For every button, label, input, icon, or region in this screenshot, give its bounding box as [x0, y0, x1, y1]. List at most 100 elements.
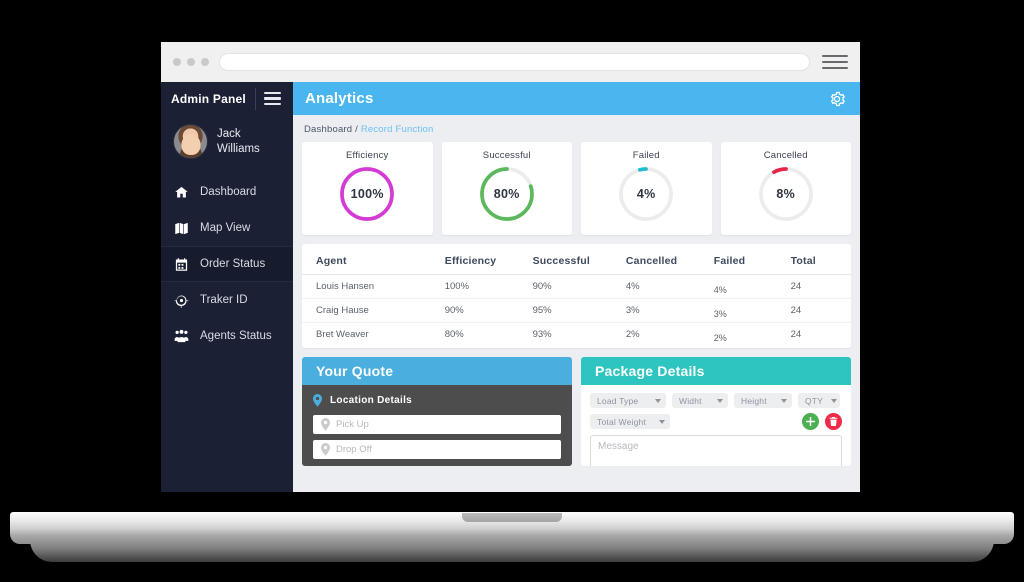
- calendar-icon: [174, 257, 189, 272]
- your-quote-panel: Your Quote Location Details Pick Up Drop…: [302, 357, 572, 466]
- bottom-panels: Your Quote Location Details Pick Up Drop…: [293, 348, 860, 466]
- traffic-dot-3[interactable]: [201, 58, 209, 66]
- cell-failed: 4%: [713, 274, 791, 299]
- column-header-efficiency[interactable]: Efficiency: [444, 248, 533, 275]
- url-input[interactable]: [219, 53, 810, 71]
- cell-successful: 95%: [532, 298, 626, 323]
- home-icon: [174, 185, 189, 200]
- cell-failed: 2%: [713, 333, 727, 343]
- agents-table-card: Agent Efficiency Successful Cancelled Fa…: [302, 244, 851, 348]
- location-details-row: Location Details: [313, 394, 561, 407]
- donut-chart-cancelled: 8%: [756, 164, 816, 224]
- kpi-label: Efficiency: [346, 150, 389, 161]
- package-details-title: Package Details: [581, 357, 851, 385]
- table-row[interactable]: Craig Hause 90% 95% 3% 3% 24: [302, 298, 851, 323]
- message-textarea[interactable]: Message: [590, 435, 842, 466]
- sidebar-item-agents-status[interactable]: Agents Status: [161, 318, 293, 354]
- sidebar-item-label: Dashboard: [200, 186, 257, 198]
- laptop-base-notch: [462, 513, 562, 522]
- plus-icon: [806, 417, 815, 426]
- agents-table: Agent Efficiency Successful Cancelled Fa…: [302, 248, 851, 346]
- kpi-card-efficiency: Efficiency 100%: [302, 142, 433, 235]
- breadcrumb-current[interactable]: Record Function: [361, 124, 434, 135]
- browser-menu-icon[interactable]: [822, 55, 848, 69]
- page-header: Analytics: [293, 82, 860, 115]
- kpi-card-successful: Successful 80%: [441, 142, 572, 235]
- kpi-value: 100%: [350, 187, 384, 201]
- breadcrumb-root[interactable]: Dashboard /: [304, 124, 358, 135]
- chevron-down-icon: [659, 419, 665, 424]
- load-type-label: Load Type: [597, 395, 639, 406]
- qty-select[interactable]: QTY: [798, 393, 840, 408]
- chevron-down-icon: [831, 398, 838, 403]
- column-header-cancelled[interactable]: Cancelled: [625, 248, 714, 275]
- sidebar-item-label: Map View: [200, 222, 251, 234]
- sidebar-item-order-status[interactable]: Order Status: [161, 246, 293, 282]
- column-header-agent[interactable]: Agent: [302, 248, 445, 275]
- height-label: Height: [741, 395, 767, 406]
- pickup-input[interactable]: Pick Up: [313, 415, 561, 434]
- sidebar-item-label: Order Status: [200, 258, 266, 270]
- donut-chart-efficiency: 100%: [337, 164, 397, 224]
- width-select[interactable]: Widht: [672, 393, 728, 408]
- users-icon: [174, 329, 189, 344]
- map-pin-icon: [313, 394, 322, 407]
- message-placeholder: Message: [598, 441, 639, 452]
- chevron-down-icon: [717, 398, 723, 403]
- cell-total: 24: [790, 274, 851, 299]
- cell-successful: 90%: [532, 274, 626, 299]
- main-content: Analytics Dashboard / Record Function Ef…: [293, 82, 860, 492]
- height-select[interactable]: Height: [734, 393, 792, 408]
- donut-chart-failed: 4%: [616, 164, 676, 224]
- dropoff-input[interactable]: Drop Off: [313, 440, 561, 459]
- kpi-value: 80%: [493, 187, 520, 201]
- total-weight-label: Total Weight: [597, 416, 647, 427]
- cell-total: 24: [790, 298, 851, 323]
- page-title: Analytics: [305, 90, 374, 107]
- sidebar-item-map-view[interactable]: Map View: [161, 210, 293, 246]
- kpi-label: Successful: [482, 150, 531, 161]
- sidebar-item-label: Traker ID: [200, 294, 248, 306]
- sidebar-item-traker-id[interactable]: Traker ID: [161, 282, 293, 318]
- load-type-select[interactable]: Load Type: [590, 393, 666, 408]
- cell-cancelled: 2%: [625, 329, 640, 340]
- avatar: [173, 124, 208, 159]
- cell-efficiency: 90%: [444, 298, 533, 323]
- total-weight-select[interactable]: Total Weight: [590, 414, 670, 429]
- cell-failed: 3%: [713, 298, 791, 323]
- cell-total: 24: [790, 329, 802, 340]
- package-select-row-1: Load Type Widht Height QTY: [590, 393, 842, 408]
- cell-successful: 93%: [532, 329, 552, 340]
- traffic-lights: [173, 58, 209, 66]
- cell-agent: Craig Hause: [302, 298, 445, 323]
- kpi-card-cancelled: Cancelled 8%: [720, 142, 851, 235]
- map-pin-icon: [321, 443, 330, 456]
- breadcrumb: Dashboard / Record Function: [293, 115, 860, 142]
- donut-chart-successful: 80%: [477, 164, 537, 224]
- traffic-dot-2[interactable]: [187, 58, 195, 66]
- cell-efficiency: 80%: [444, 329, 464, 340]
- sidebar-item-dashboard[interactable]: Dashboard: [161, 174, 293, 210]
- chevron-down-icon: [655, 398, 661, 403]
- sidebar: Admin Panel Jack Williams Dashboard Map …: [161, 82, 293, 492]
- package-select-row-2: Total Weight: [590, 413, 842, 430]
- gear-icon[interactable]: [828, 90, 846, 108]
- delete-row-button[interactable]: [825, 413, 842, 430]
- table-row[interactable]: Bret Weaver 80% 93% 2% 2% 24: [302, 323, 851, 347]
- table-row[interactable]: Louis Hansen 100% 90% 4% 4% 24: [302, 274, 851, 299]
- add-row-button[interactable]: [802, 413, 819, 430]
- width-label: Widht: [679, 395, 702, 406]
- column-header-successful[interactable]: Successful: [532, 248, 626, 275]
- package-details-body: Load Type Widht Height QTY Total Weight …: [581, 385, 851, 466]
- laptop-base-lip: [30, 540, 994, 562]
- column-header-failed[interactable]: Failed: [713, 248, 791, 275]
- user-profile[interactable]: Jack Williams: [161, 115, 293, 170]
- app-shell: Admin Panel Jack Williams Dashboard Map …: [161, 82, 860, 492]
- sidebar-toggle-icon[interactable]: [263, 91, 281, 106]
- column-header-total[interactable]: Total: [790, 248, 851, 275]
- traffic-dot-1[interactable]: [173, 58, 181, 66]
- sidebar-brand: Admin Panel: [161, 82, 293, 115]
- laptop-screen: Admin Panel Jack Williams Dashboard Map …: [161, 42, 860, 492]
- browser-chrome: [161, 42, 860, 82]
- kpi-cards: Efficiency 100% Successful 80% Failed 4%…: [293, 142, 860, 235]
